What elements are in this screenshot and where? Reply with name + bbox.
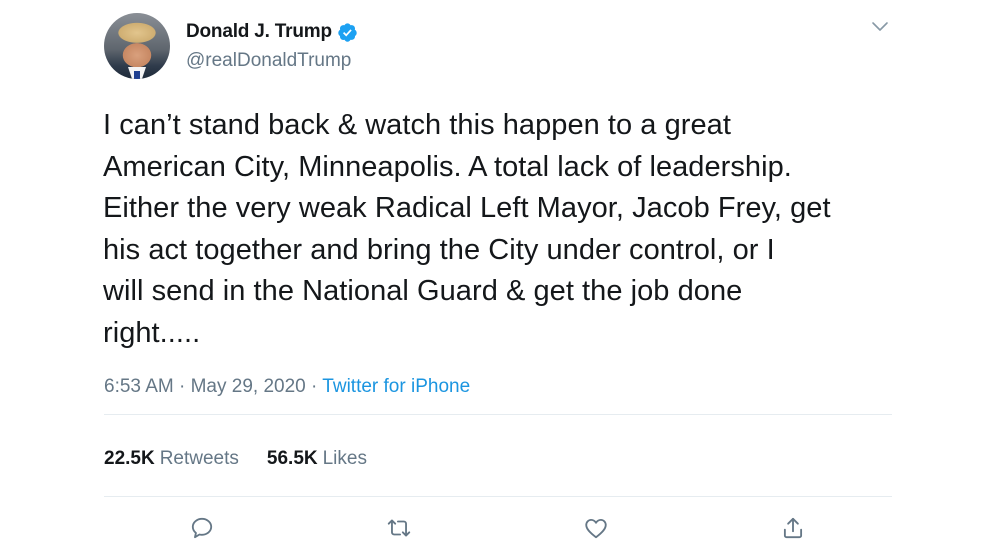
author-name-row: Donald J. Trump: [186, 21, 358, 43]
tweet-source-link[interactable]: Twitter for iPhone: [322, 376, 470, 397]
like-button[interactable]: [582, 514, 610, 542]
tweet-line: I can’t stand back & watch this happen t…: [103, 109, 731, 141]
tweet-text: I can’t stand back & watch this happen t…: [103, 105, 923, 354]
retweet-button[interactable]: [385, 514, 413, 542]
meta-separator: ·: [311, 376, 323, 397]
meta-separator: ·: [179, 376, 191, 397]
heart-icon: [585, 518, 607, 539]
tweet-time[interactable]: 6:53 AM: [104, 376, 174, 397]
retweets-stat[interactable]: 22.5K Retweets: [104, 448, 239, 470]
retweets-label: Retweets: [159, 448, 239, 469]
tweet-line: Either the very weak Radical Left Mayor,…: [103, 192, 831, 224]
author-handle[interactable]: @realDonaldTrump: [186, 50, 351, 72]
reply-icon: [191, 517, 213, 539]
tweet-meta: 6:53 AM · May 29, 2020 · Twitter for iPh…: [104, 376, 470, 398]
share-button[interactable]: [779, 514, 807, 542]
likes-count: 56.5K: [266, 448, 318, 469]
retweet-icon: [387, 519, 411, 537]
chevron-down-icon[interactable]: [871, 20, 889, 32]
share-icon: [783, 517, 803, 539]
divider: [104, 496, 892, 497]
tweet-date[interactable]: May 29, 2020: [191, 376, 306, 397]
tweet-line: will send in the National Guard & get th…: [103, 275, 743, 307]
verified-badge-icon: [337, 22, 358, 43]
retweets-count: 22.5K: [104, 448, 155, 469]
display-name[interactable]: Donald J. Trump: [186, 21, 332, 43]
tweet-line: his act together and bring the City unde…: [103, 233, 775, 266]
avatar-tie: [134, 71, 140, 79]
tweet-line: right.....: [103, 316, 201, 349]
avatar[interactable]: [104, 13, 170, 79]
likes-stat[interactable]: 56.5K Likes: [267, 448, 367, 470]
reply-button[interactable]: [188, 514, 216, 542]
divider: [104, 414, 892, 415]
likes-label: Likes: [322, 448, 367, 469]
tweet-stats: 22.5K Retweets 56.5K Likes: [104, 448, 367, 470]
tweet-line: American City, Minneapolis. A total lack…: [103, 150, 792, 183]
